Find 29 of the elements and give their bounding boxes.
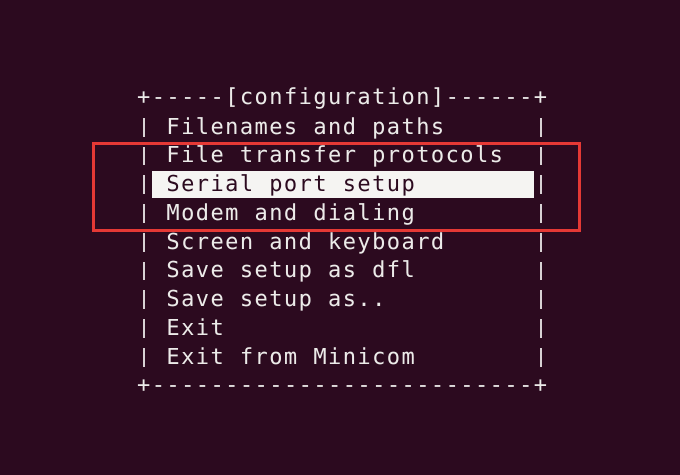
frame-line [540,348,542,366]
menu-item[interactable]: Modem and dialing [152,200,534,227]
frame-line [143,175,146,194]
frame-line [540,290,542,309]
frame-line [143,146,146,166]
menu-item[interactable]: Serial port setup [152,171,534,198]
menu-bottom-border: +--------------------------+ [137,372,550,400]
frame-line [143,348,146,366]
frame-line [540,146,542,166]
frame-line [540,118,542,136]
menu-top-border: +-----[configuration]------+ [137,84,550,112]
frame-line [143,204,146,223]
menu-item[interactable]: Exit from Minicom [152,344,534,371]
frame-line [143,290,146,309]
frame-line [143,262,146,280]
frame-line [540,232,542,252]
menu-item[interactable]: Filenames and paths [152,114,534,141]
menu-item[interactable]: Save setup as dfl [152,257,534,284]
frame-line [143,319,146,338]
frame-line [143,232,146,252]
menu-item[interactable]: Screen and keyboard [152,228,534,256]
frame-line [540,262,542,280]
frame-line [540,175,542,194]
menu-item[interactable]: File transfer protocols [152,142,534,170]
menu-item[interactable]: Save setup as.. [152,286,534,314]
menu-item[interactable]: Exit [152,314,534,342]
frame-line [143,118,146,136]
frame-line [540,319,542,338]
frame-line [540,204,542,223]
